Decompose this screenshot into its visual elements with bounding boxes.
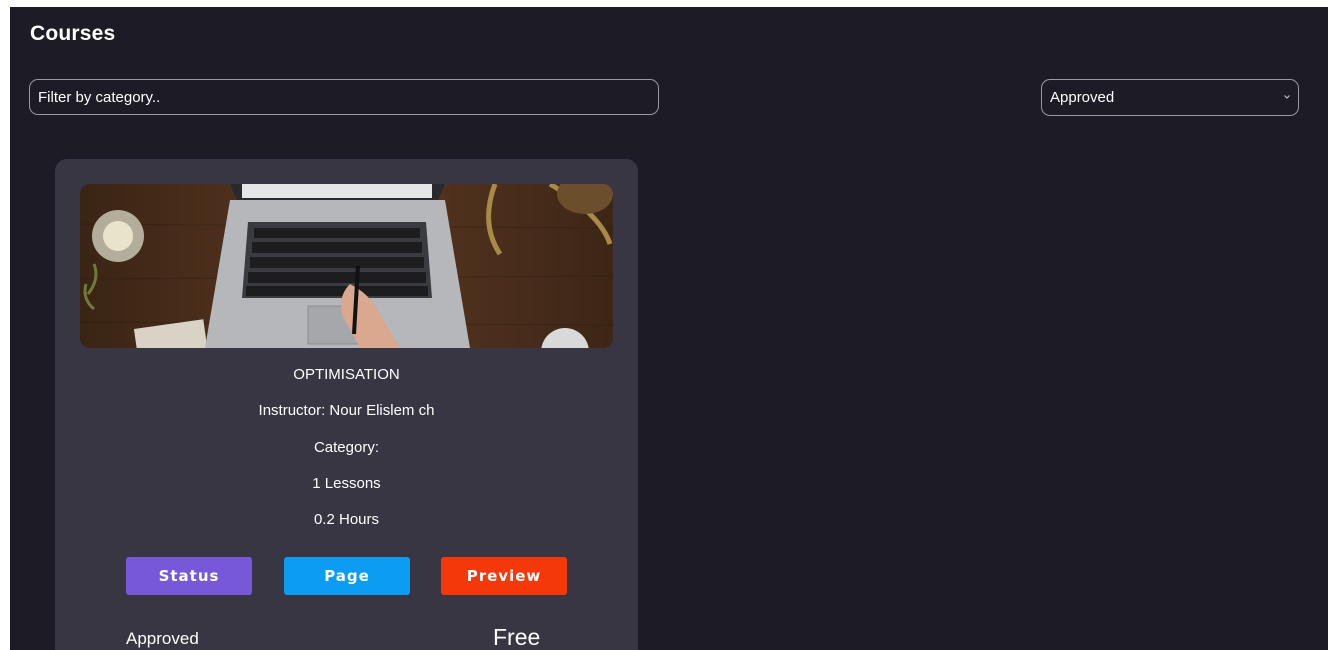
course-price: Free <box>493 624 541 650</box>
category-filter-input[interactable] <box>29 79 659 115</box>
courses-page: Courses Approved <box>10 7 1328 650</box>
course-instructor: Instructor: Nour Elislem ch <box>258 402 435 419</box>
status-filter-select[interactable]: Approved <box>1041 79 1299 116</box>
approval-status: Approved <box>126 629 199 648</box>
course-card: OPTIMISATION Instructor: Nour Elislem ch… <box>55 159 638 650</box>
status-filter-value: Approved <box>1050 89 1115 106</box>
course-category: Category: <box>313 439 380 456</box>
chevron-down-icon <box>1284 95 1290 99</box>
status-button[interactable]: Status <box>126 557 252 595</box>
page-title: Courses <box>30 22 116 45</box>
course-lessons: 1 Lessons <box>312 475 381 492</box>
course-thumbnail <box>80 184 613 348</box>
page-button[interactable]: Page <box>284 557 410 595</box>
preview-button[interactable]: Preview <box>441 557 567 595</box>
course-title: OPTIMISATION <box>293 366 400 383</box>
course-hours: 0.2 Hours <box>313 511 380 528</box>
